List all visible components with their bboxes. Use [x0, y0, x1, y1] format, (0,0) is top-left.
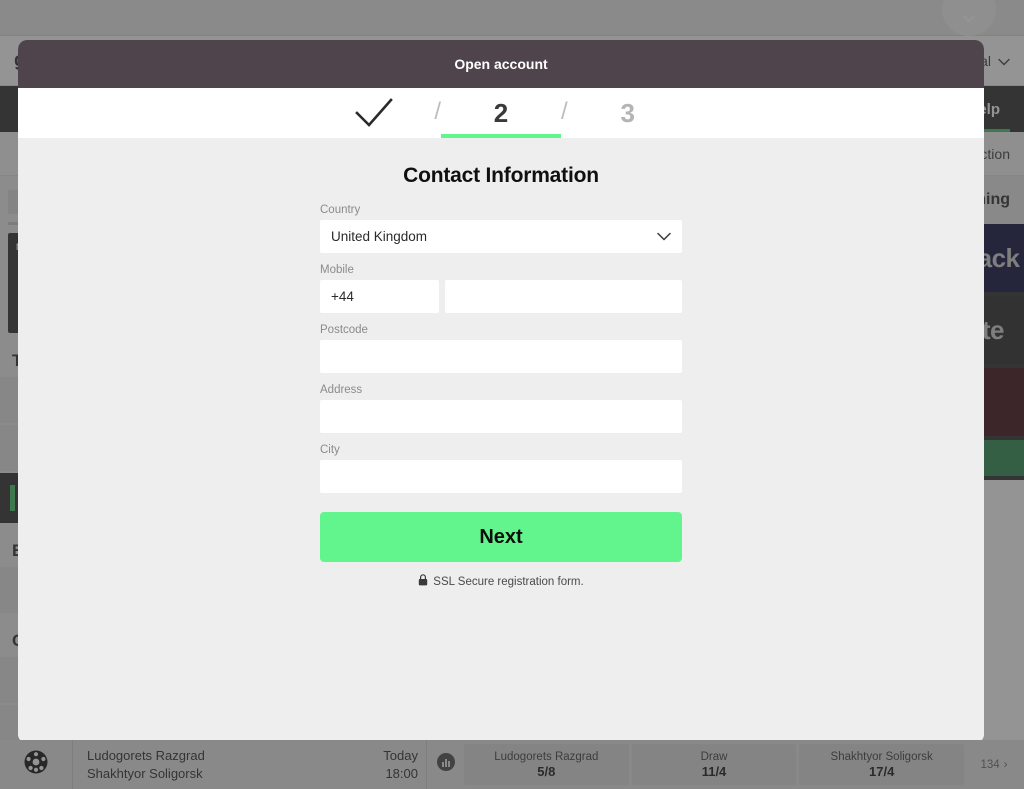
modal-header: Open account [18, 40, 984, 88]
odd-button-home[interactable]: Ludogorets Razgrad 5/8 [464, 744, 629, 785]
match-kickoff: 18:00 [385, 766, 418, 781]
odds-group: Ludogorets Razgrad 5/8 Draw 11/4 Shakhty… [464, 740, 964, 789]
next-button[interactable]: Next [320, 512, 682, 562]
odd-value: 11/4 [702, 764, 727, 779]
modal-body: Contact Information Country United Kingd… [18, 138, 984, 743]
country-label: Country [320, 204, 682, 216]
city-label: City [320, 444, 682, 456]
team-home: Ludogorets Razgrad [87, 748, 340, 763]
odd-button-away[interactable]: Shakhtyor Soligorsk 17/4 [799, 744, 964, 785]
modal-title: Open account [454, 56, 547, 72]
ssl-notice: SSL Secure registration form. [320, 574, 682, 589]
match-teams[interactable]: Ludogorets Razgrad Shakhtyor Soligorsk [72, 740, 340, 789]
postcode-input[interactable] [320, 340, 682, 373]
odd-button-draw[interactable]: Draw 11/4 [632, 744, 797, 785]
mobile-dial-code[interactable]: +44 [320, 280, 439, 313]
more-markets-count: 134 [980, 759, 999, 771]
football-icon [23, 749, 49, 780]
odd-value: 5/8 [537, 764, 555, 779]
match-stats-button[interactable] [426, 740, 464, 789]
field-country: Country United Kingdom [320, 204, 682, 253]
odd-value: 17/4 [869, 764, 894, 779]
more-markets-button[interactable]: 134 › [964, 740, 1024, 789]
registration-step-indicator: / 2 / 3 [18, 88, 984, 138]
address-label: Address [320, 384, 682, 396]
odd-label: Ludogorets Razgrad [494, 751, 598, 763]
step-1-completed[interactable] [314, 88, 434, 138]
step-separator: / [561, 100, 568, 124]
country-select[interactable]: United Kingdom [320, 220, 682, 253]
match-time: Today 18:00 [340, 740, 426, 789]
ssl-text: SSL Secure registration form. [433, 576, 583, 588]
odd-label: Shakhtyor Soligorsk [831, 751, 933, 763]
bottom-betting-bar: Ludogorets Razgrad Shakhtyor Soligorsk T… [0, 740, 1024, 789]
field-postcode: Postcode [320, 324, 682, 373]
city-input[interactable] [320, 460, 682, 493]
step-separator: / [434, 100, 441, 124]
lock-icon [418, 574, 428, 589]
form-heading: Contact Information [18, 164, 984, 188]
stats-icon [436, 752, 456, 777]
step-2-current[interactable]: 2 [441, 88, 561, 138]
address-input[interactable] [320, 400, 682, 433]
contact-information-form: Country United Kingdom Mobile +44 [320, 204, 682, 589]
postcode-label: Postcode [320, 324, 682, 336]
field-address: Address [320, 384, 682, 433]
field-mobile: Mobile +44 [320, 264, 682, 313]
match-day: Today [383, 748, 418, 763]
sport-icon-cell[interactable] [0, 740, 72, 789]
step-3-upcoming[interactable]: 3 [568, 88, 688, 138]
page-root: ga International Help selection Gaming B… [0, 0, 1024, 789]
chevron-right-icon: › [1004, 759, 1008, 771]
check-icon [352, 95, 396, 131]
odd-label: Draw [701, 751, 728, 763]
mobile-label: Mobile [320, 264, 682, 276]
mobile-number-input[interactable] [445, 280, 682, 313]
field-city: City [320, 444, 682, 493]
team-away: Shakhtyor Soligorsk [87, 766, 340, 781]
open-account-modal: Open account / 2 / 3 Contact Information… [18, 40, 984, 743]
